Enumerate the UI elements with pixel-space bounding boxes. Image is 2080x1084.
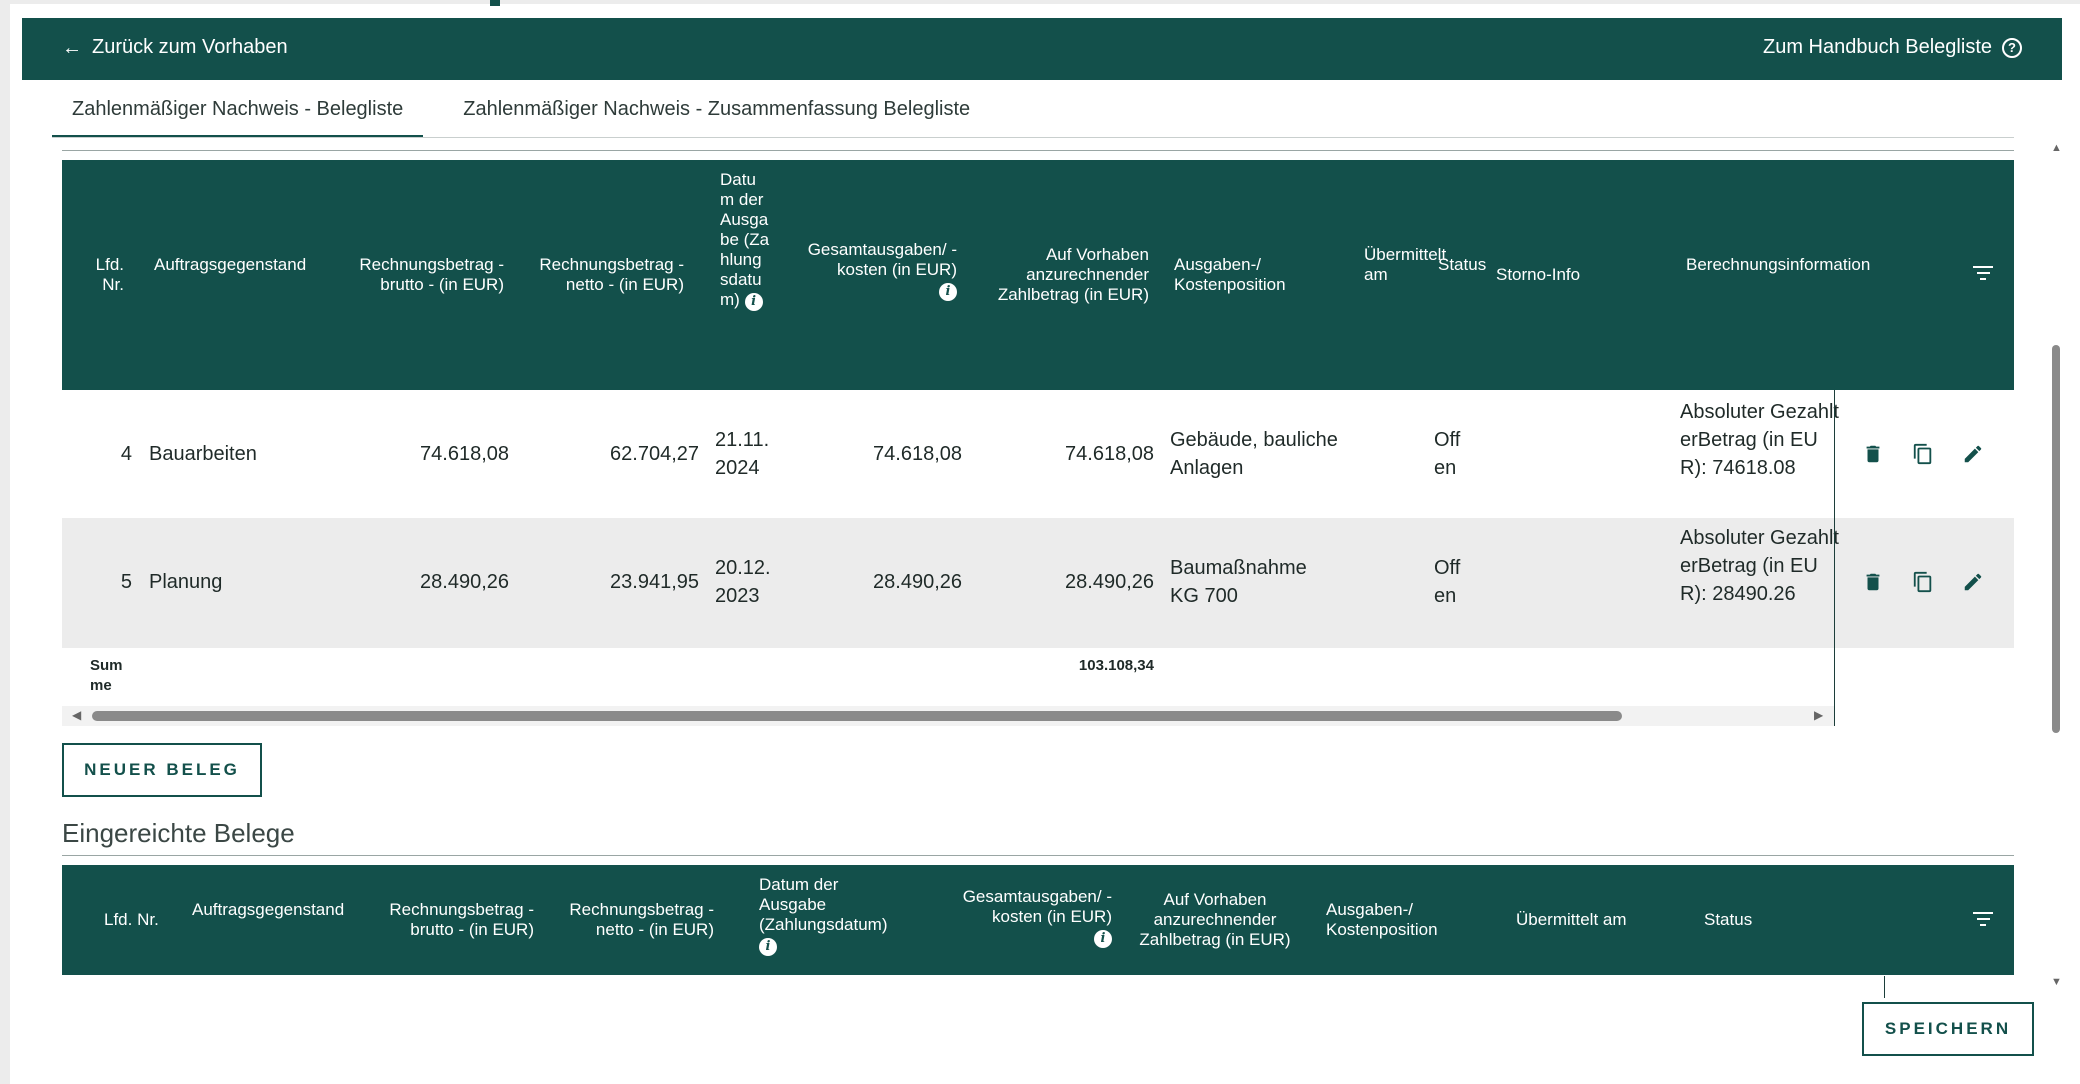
vertical-scrollbar[interactable]: ▲ ▼ <box>2048 140 2064 1000</box>
cell-lfd-nr: 4 <box>120 443 132 465</box>
col-netto: Rechnungsbetrag - netto - (in EUR) <box>569 900 714 939</box>
col-auftragsgegenstand: Auftragsgegenstand <box>154 255 307 274</box>
col-status: Status <box>1438 255 1487 274</box>
copy-icon[interactable] <box>1912 571 1934 593</box>
scrollbar-thumb[interactable] <box>2052 345 2060 733</box>
table-row: 5 Planung 28.490,26 23.941,95 20.12.2023… <box>62 518 2014 648</box>
cell-zahlbetrag: 74.618,08 <box>1065 443 1154 465</box>
col-kostenposition: Ausgaben-/ Kostenposition <box>1326 900 1438 939</box>
horizontal-scrollbar[interactable]: ◀ ▶ <box>62 706 1834 726</box>
col-datum-label: Datum der Ausgabe (Zahlungsdatum) <box>759 875 888 934</box>
col-gesamtausgaben: Gesamtausgaben/ -kosten (in EUR) i <box>942 887 1112 948</box>
cell-netto: 23.941,95 <box>610 571 699 593</box>
scroll-up-icon[interactable]: ▲ <box>2051 142 2062 154</box>
handbook-link[interactable]: Zum Handbuch Belegliste ? <box>1763 36 2022 59</box>
cell-kostenposition: Gebäude, bauliche Anlagen <box>1170 429 1338 479</box>
section-divider <box>62 150 2014 151</box>
cell-kostenposition: Baumaßnahme KG 700 <box>1170 557 1307 607</box>
col-uebermittelt: Übermittelt am <box>1364 245 1447 284</box>
cell-status: Offen <box>1434 557 1461 607</box>
top-bar: ← Zurück zum Vorhaben Zum Handbuch Beleg… <box>22 18 2062 80</box>
divider-tick <box>1884 976 1885 998</box>
tabs-divider <box>52 137 2014 138</box>
sum-row: Summe 103.108,34 <box>62 648 2014 708</box>
col-storno-info: Storno-Info <box>1496 265 1581 284</box>
trash-icon[interactable] <box>1862 443 1884 465</box>
filter-icon[interactable] <box>1973 266 1993 284</box>
pencil-icon[interactable] <box>1962 571 1984 593</box>
copy-icon[interactable] <box>1912 443 1934 465</box>
table-row: 4 Bauarbeiten 74.618,08 62.704,27 21.11.… <box>62 390 2014 518</box>
new-receipt-button[interactable]: NEUER BELEG <box>62 743 262 797</box>
back-link[interactable]: ← Zurück zum Vorhaben <box>62 36 288 59</box>
col-uebermittelt: Übermittelt am <box>1516 910 1627 929</box>
cell-berechnungsinformation: Absoluter GezahlterBetrag (in EUR): 2849… <box>1680 527 1839 605</box>
col-brutto: Rechnungsbetrag - brutto - (in EUR) <box>359 255 504 294</box>
cell-status: Offen <box>1434 429 1461 479</box>
col-gesamtausgaben-label: Gesamtausgaben/ -kosten (in EUR) <box>962 887 1112 926</box>
cell-zahlbetrag: 28.490,26 <box>1065 571 1154 593</box>
back-link-label: Zurück zum Vorhaben <box>92 36 288 58</box>
info-icon[interactable]: i <box>1094 930 1112 948</box>
scroll-left-icon[interactable]: ◀ <box>72 708 81 722</box>
trash-icon[interactable] <box>1862 571 1884 593</box>
tab-belegliste[interactable]: Zahlenmäßiger Nachweis - Belegliste <box>52 88 424 138</box>
scrollbar-thumb[interactable] <box>92 711 1622 721</box>
col-auftragsgegenstand: Auftragsgegenstand <box>192 900 345 919</box>
cell-lfd-nr: 5 <box>120 571 132 593</box>
cell-auftragsgegenstand: Bauarbeiten <box>149 443 257 465</box>
cell-datum: 21.11.2024 <box>715 429 770 479</box>
info-icon[interactable]: i <box>744 293 763 311</box>
col-gesamtausgaben-label: Gesamtausgaben/ -kosten (in EUR) <box>807 240 957 279</box>
cell-berechnungsinformation: Absoluter GezahlterBetrag (in EUR): 7461… <box>1680 401 1839 479</box>
col-kostenposition: Ausgaben-/ Kostenposition <box>1174 255 1286 294</box>
col-netto: Rechnungsbetrag - netto - (in EUR) <box>539 255 684 294</box>
filter-icon[interactable] <box>1973 912 1993 930</box>
arrow-left-icon: ← <box>62 36 82 59</box>
col-gesamtausgaben: Gesamtausgaben/ -kosten (in EUR) i <box>792 240 957 301</box>
help-icon: ? <box>2002 37 2022 58</box>
cell-netto: 62.704,27 <box>610 443 699 465</box>
cell-brutto: 74.618,08 <box>420 443 509 465</box>
col-datum: Datum der Ausgabe (Zahlungsdatum) i <box>720 170 770 311</box>
cell-gesamtausgaben: 74.618,08 <box>873 443 962 465</box>
col-zahlbetrag: Auf Vorhaben anzurechnender Zahlbetrag (… <box>1139 890 1291 949</box>
col-berechnungsinformation: Berechnungsinformation <box>1686 255 1871 274</box>
focus-marker <box>490 0 500 6</box>
tab-bar: Zahlenmäßiger Nachweis - Belegliste Zahl… <box>52 88 990 138</box>
save-button[interactable]: SPEICHERN <box>1862 1002 2034 1056</box>
info-icon[interactable]: i <box>939 283 957 301</box>
tab-zusammenfassung[interactable]: Zahlenmäßiger Nachweis - Zusammenfassung… <box>443 88 990 138</box>
col-zahlbetrag: Auf Vorhaben anzurechnender Zahlbetrag (… <box>997 245 1149 304</box>
belegliste-table-header: Lfd. Nr. Auftragsgegenstand Rechnungsbet… <box>62 160 2014 390</box>
col-datum: Datum der Ausgabe (Zahlungsdatum) i <box>759 875 909 956</box>
section-divider <box>62 855 2014 856</box>
handbook-link-label: Zum Handbuch Belegliste <box>1762 36 1992 58</box>
cell-gesamtausgaben: 28.490,26 <box>873 571 962 593</box>
info-icon[interactable]: i <box>759 938 777 956</box>
scroll-down-icon[interactable]: ▼ <box>2051 976 2062 988</box>
pencil-icon[interactable] <box>1962 443 1984 465</box>
cell-brutto: 28.490,26 <box>420 571 509 593</box>
col-status: Status <box>1704 910 1753 929</box>
sum-label: Summe <box>90 657 123 694</box>
sum-value: 103.108,34 <box>1078 657 1154 674</box>
col-brutto: Rechnungsbetrag - brutto - (in EUR) <box>389 900 534 939</box>
col-datum-label: Datum der Ausgabe (Zahlungsdatum) <box>720 170 770 309</box>
cell-datum: 20.12.2023 <box>715 557 771 607</box>
col-lfd-nr: Lfd. Nr. <box>95 255 124 294</box>
cell-auftragsgegenstand: Planung <box>149 571 223 593</box>
scroll-right-icon[interactable]: ▶ <box>1814 708 1823 722</box>
submitted-receipts-title: Eingereichte Belege <box>62 818 295 848</box>
col-lfd-nr: Lfd. Nr. <box>104 910 159 929</box>
submitted-table-header: Lfd. Nr. Auftragsgegenstand Rechnungsbet… <box>62 865 2014 975</box>
